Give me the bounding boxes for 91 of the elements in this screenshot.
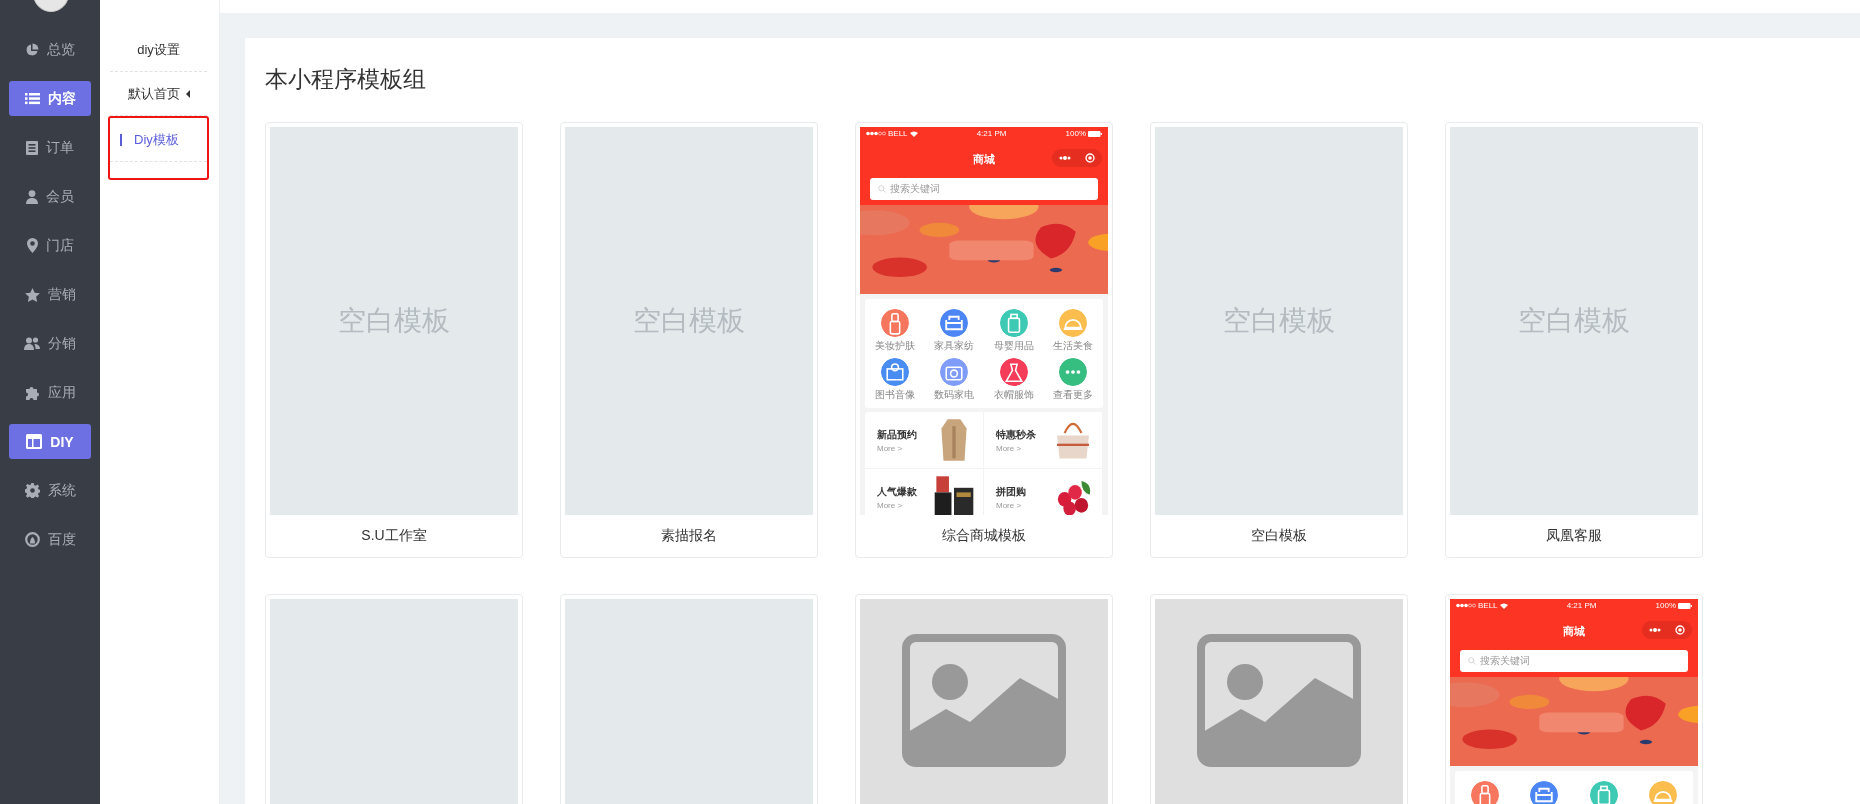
battery-percent: 100% — [1655, 601, 1676, 610]
promo-title: 人气爆款 — [877, 484, 917, 499]
map-pin-icon — [26, 238, 38, 253]
search-icon — [878, 185, 886, 193]
image-icon — [1197, 634, 1361, 767]
search-field[interactable]: 搜索关键词 — [870, 178, 1098, 200]
nav-item[interactable]: 门店 — [9, 228, 91, 263]
layout-icon — [26, 434, 43, 449]
media-box-icon[interactable] — [880, 358, 909, 386]
more-link[interactable]: More > — [996, 500, 1026, 510]
wifi-icon — [909, 130, 918, 137]
template-name: 素描报名 — [660, 526, 718, 545]
list-icon — [24, 92, 40, 105]
category-label: 衣帽服饰 — [993, 388, 1034, 402]
gear-icon — [24, 483, 40, 498]
promo-title: 新品预约 — [877, 427, 917, 442]
category-label: 生活美食 — [1053, 339, 1094, 353]
nav-item[interactable]: 系统 — [9, 473, 91, 508]
cloche-icon[interactable] — [1059, 309, 1088, 337]
nav-item[interactable]: 分销 — [9, 326, 91, 361]
promo-tile[interactable]: 人气爆款 More > — [865, 469, 984, 515]
circle-logo-icon — [24, 532, 40, 547]
category-label: 查看更多 — [1053, 388, 1094, 402]
promo-tile[interactable]: 新品预约 More > — [865, 412, 984, 469]
battery-percent: 100% — [1065, 129, 1086, 138]
promo-title: 拼团购 — [996, 484, 1026, 499]
target-icon — [1675, 625, 1685, 635]
category-label: 家具家纺 — [934, 339, 975, 353]
template-name: 空白模板 — [1250, 526, 1308, 545]
nav-item[interactable]: 订单 — [9, 130, 91, 165]
template-card[interactable]: BELL 4:21 PM 100% 商城 搜索关键词 — [1445, 594, 1703, 804]
promo-title: 特惠秒杀 — [996, 427, 1036, 442]
section-title: 本小程序模板组 — [265, 65, 427, 94]
more-link[interactable]: More > — [877, 500, 917, 510]
carrier-name: BELL — [888, 129, 908, 138]
capsule-menu[interactable] — [1642, 621, 1692, 639]
more-icon — [1059, 156, 1071, 160]
capsule-menu[interactable] — [1052, 149, 1102, 167]
category-label: 美妆护肤 — [874, 339, 915, 353]
puzzle-icon — [24, 385, 40, 400]
nav-item[interactable]: 内容 — [9, 81, 91, 116]
status-time: 4:21 PM — [976, 129, 1007, 138]
camera-icon[interactable] — [940, 358, 969, 386]
nav-item[interactable]: 营销 — [9, 277, 91, 312]
more-link[interactable]: More > — [877, 443, 917, 453]
signal-icon — [1456, 603, 1476, 608]
sofa-icon[interactable] — [1530, 781, 1559, 804]
nav-item[interactable]: 百度 — [9, 522, 91, 557]
person-icon — [26, 189, 38, 204]
cloche-icon[interactable] — [1649, 781, 1678, 804]
search-field[interactable]: 搜索关键词 — [1460, 650, 1688, 672]
signal-icon — [866, 131, 886, 136]
screen-title: 商城 — [973, 151, 995, 167]
category-label: 图书音像 — [874, 388, 915, 402]
nav-item[interactable]: 会员 — [9, 179, 91, 214]
template-name: 综合商城模板 — [941, 526, 1027, 545]
nav-item[interactable]: 总览 — [9, 32, 91, 67]
lipstick-icon[interactable] — [1470, 781, 1499, 804]
pie-chart-icon — [25, 42, 39, 57]
category-label: 数码家电 — [934, 388, 975, 402]
more-icon[interactable] — [1059, 358, 1088, 386]
template-name: 凤凰客服 — [1545, 526, 1603, 545]
nav-item[interactable]: 应用 — [9, 375, 91, 410]
template-card[interactable]: BELL 4:21 PM 100% 商城 搜索关键词 美妆护肤 家具家纺 母婴用品 生活美食 图书音像 数码家电 衣帽服饰 查看更多 新品预约 More > 特惠秒杀 More > 人气爆款 More > 拼团购 More > 综合商城模板 — [855, 122, 1113, 558]
bottle-icon[interactable] — [999, 309, 1028, 337]
document-icon — [26, 140, 38, 155]
star-icon — [24, 287, 40, 302]
dress-icon[interactable] — [999, 358, 1028, 386]
template-name: S.U工作室 — [360, 526, 428, 545]
status-time: 4:21 PM — [1566, 601, 1597, 610]
promo-tile[interactable]: 特惠秒杀 More > — [984, 412, 1103, 469]
battery-icon — [1678, 602, 1692, 609]
more-link[interactable]: More > — [996, 443, 1036, 453]
wifi-icon — [1499, 602, 1508, 609]
battery-icon — [1088, 130, 1102, 137]
screen-title: 商城 — [1563, 623, 1585, 639]
search-icon — [1468, 657, 1476, 665]
subnav-item[interactable]: Diy模板 — [110, 118, 207, 162]
more-icon — [1649, 628, 1661, 632]
sofa-icon[interactable] — [940, 309, 969, 337]
lipstick-icon[interactable] — [880, 309, 909, 337]
subnav-item[interactable]: 默认首页 — [110, 72, 207, 116]
image-icon — [902, 634, 1066, 767]
category-label: 母婴用品 — [993, 339, 1034, 353]
people-icon — [24, 337, 40, 350]
nav-item[interactable]: DIY — [9, 424, 91, 459]
carrier-name: BELL — [1478, 601, 1498, 610]
promo-tile[interactable]: 拼团购 More > — [984, 469, 1103, 515]
target-icon — [1085, 153, 1095, 163]
subnav-item[interactable]: diy设置 — [110, 28, 207, 72]
bottle-icon[interactable] — [1589, 781, 1618, 804]
